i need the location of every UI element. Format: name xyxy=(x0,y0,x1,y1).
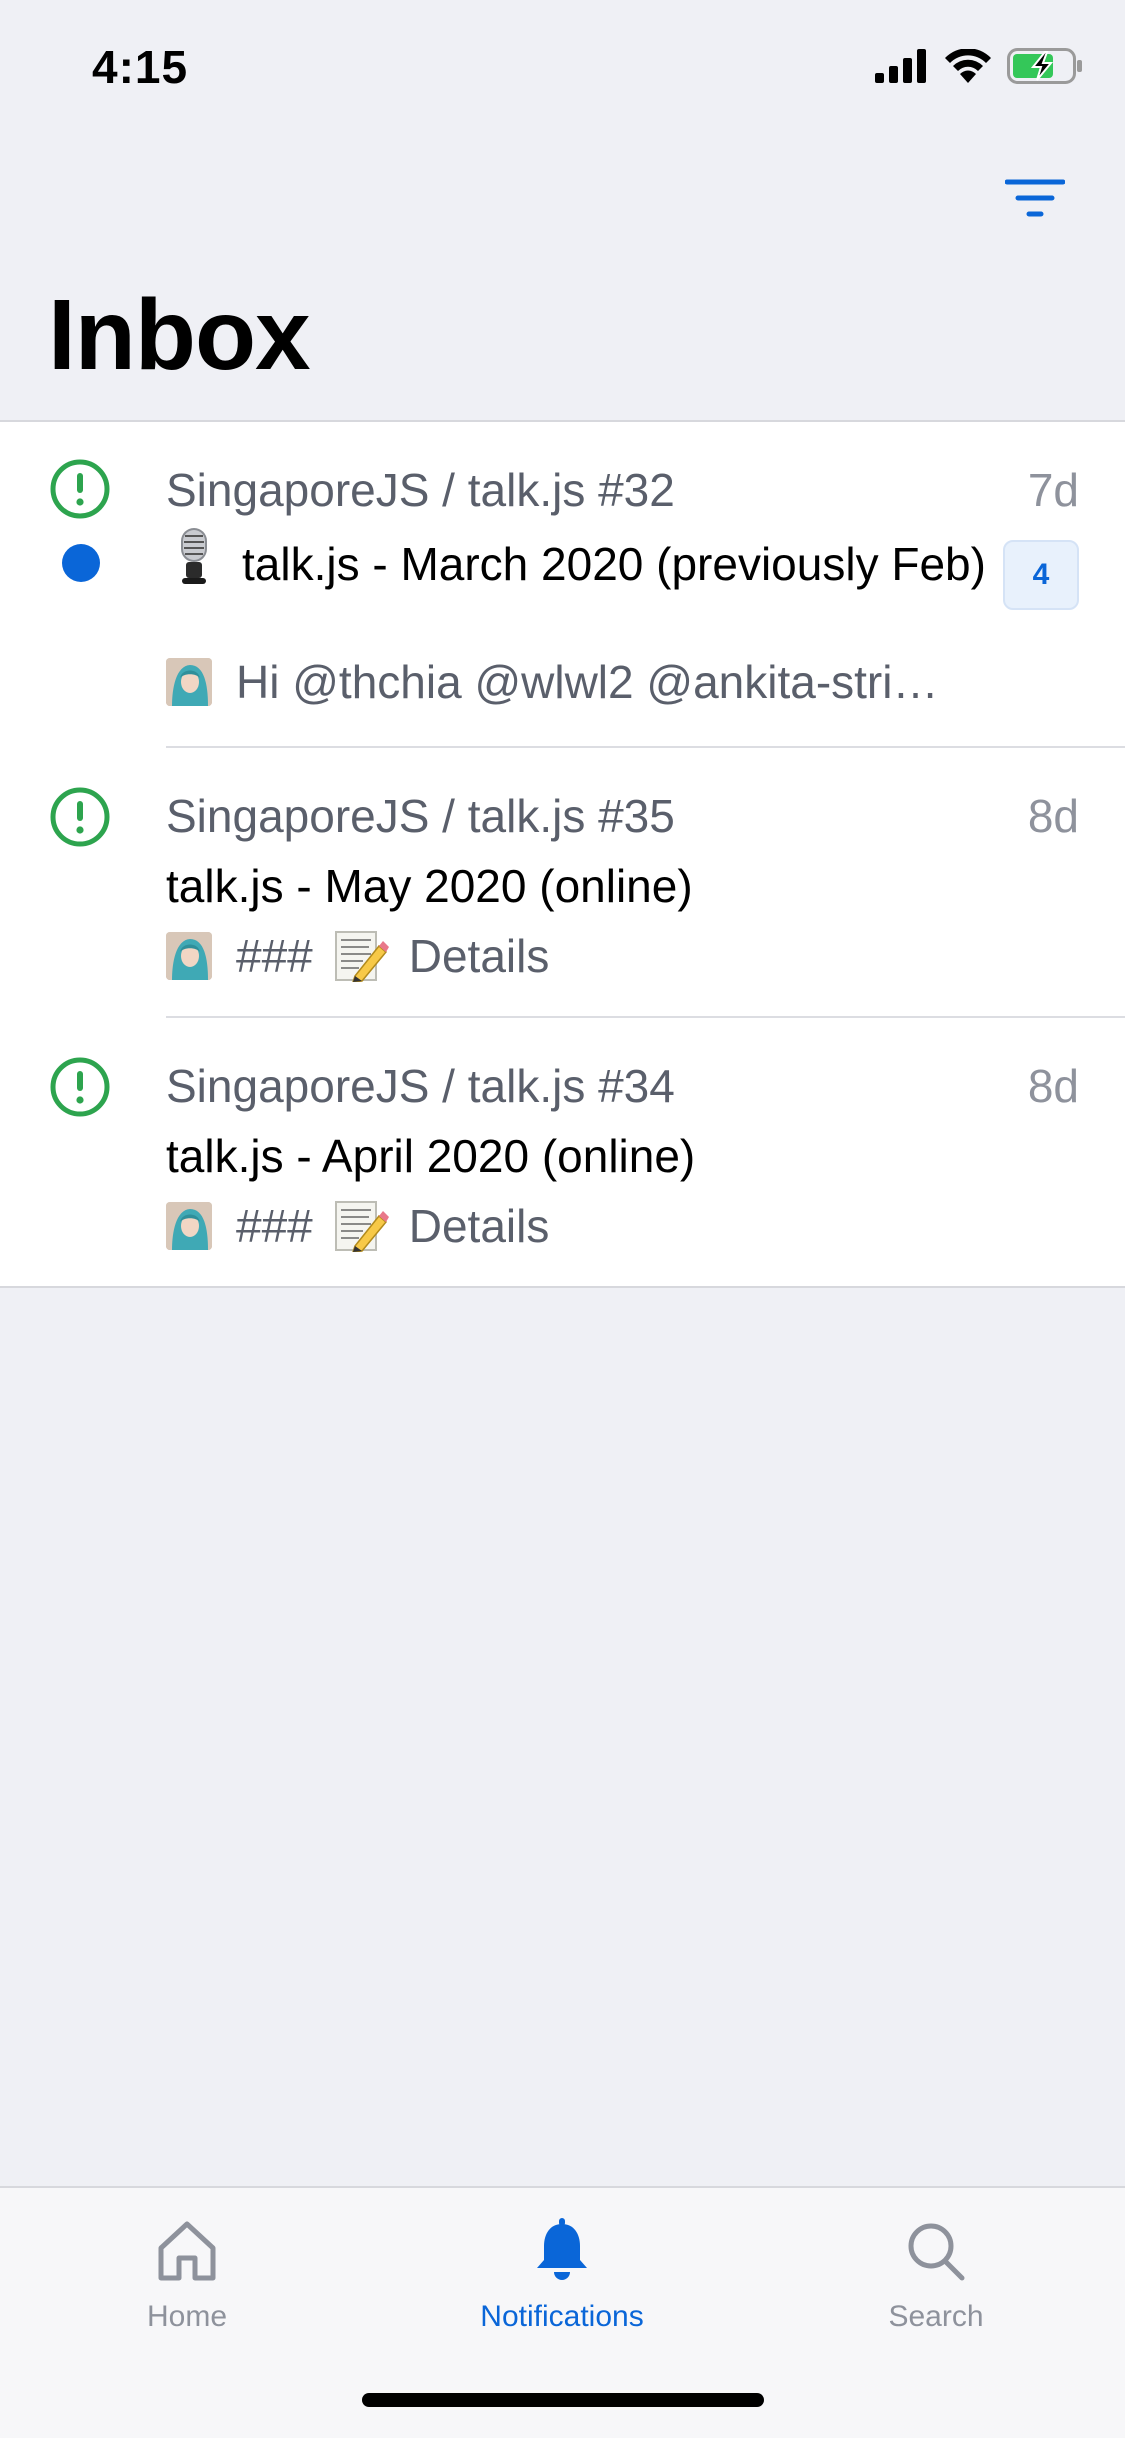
status-bar: 4:15 xyxy=(0,0,1125,132)
notification-row[interactable]: SingaporeJS / talk.js #34 8d talk.js - A… xyxy=(0,1018,1125,1286)
notification-preview: Hi @thchia @wlwl2 @ankita-stri… xyxy=(166,654,985,710)
notification-title: talk.js - April 2020 (online) xyxy=(166,1130,696,1182)
notification-title-block: talk.js - March 2020 (previously Feb) xyxy=(166,526,986,593)
preview-text: Details xyxy=(408,930,550,982)
battery-charging-icon xyxy=(1007,48,1082,84)
notification-preview: ### Details xyxy=(166,928,985,984)
issue-open-icon xyxy=(50,1057,110,1117)
notification-preview: ### Details xyxy=(166,1198,985,1254)
avatar xyxy=(166,1202,212,1250)
microphone-emoji-icon xyxy=(181,528,207,584)
memo-emoji-icon xyxy=(334,931,389,982)
wifi-icon xyxy=(945,49,991,83)
tab-notifications-label: Notifications xyxy=(480,2300,644,2333)
notification-row[interactable]: SingaporeJS / talk.js #35 8d talk.js - M… xyxy=(0,748,1125,1018)
status-icons xyxy=(875,46,1083,86)
filter-button[interactable] xyxy=(995,168,1075,228)
page-title: Inbox xyxy=(48,279,311,391)
notification-repo: SingaporeJS / talk.js #32 xyxy=(166,464,675,516)
memo-emoji-icon xyxy=(334,1201,389,1252)
preview-prefix: ### xyxy=(236,930,313,982)
notification-title: talk.js - March 2020 (previously Feb) xyxy=(242,538,986,590)
search-icon xyxy=(908,2223,965,2281)
notification-repo: SingaporeJS / talk.js #35 xyxy=(166,790,675,842)
comment-count-badge: 4 xyxy=(1003,540,1079,610)
notification-time: 8d xyxy=(1027,1060,1079,1112)
status-time: 4:15 xyxy=(92,41,189,93)
notification-list: SingaporeJS / talk.js #32 7d talk.js - M… xyxy=(0,420,1125,1288)
preview-text: Details xyxy=(408,1200,550,1252)
notification-time: 8d xyxy=(1027,790,1079,842)
notification-title: talk.js - May 2020 (online) xyxy=(166,860,693,912)
home-icon xyxy=(158,2221,216,2281)
issue-open-icon xyxy=(50,459,110,519)
tab-home[interactable]: Home xyxy=(37,2218,337,2358)
issue-open-icon xyxy=(50,787,110,847)
cellular-signal-icon xyxy=(875,49,926,83)
unread-indicator xyxy=(62,544,100,582)
tab-search-label: Search xyxy=(888,2300,984,2333)
filter-icon xyxy=(1005,179,1065,217)
preview-text: Hi @thchia @wlwl2 @ankita-stri… xyxy=(236,656,939,708)
tab-home-label: Home xyxy=(146,2300,228,2333)
avatar xyxy=(166,932,212,980)
notification-row[interactable]: SingaporeJS / talk.js #32 7d talk.js - M… xyxy=(0,422,1125,748)
bell-icon xyxy=(537,2218,587,2280)
notification-time: 7d xyxy=(1027,464,1079,516)
tab-notifications[interactable]: Notifications xyxy=(412,2218,712,2358)
home-indicator[interactable] xyxy=(362,2393,764,2407)
notification-repo: SingaporeJS / talk.js #34 xyxy=(166,1060,675,1112)
avatar xyxy=(166,658,212,706)
preview-prefix: ### xyxy=(236,1200,313,1252)
tab-search[interactable]: Search xyxy=(786,2218,1086,2358)
